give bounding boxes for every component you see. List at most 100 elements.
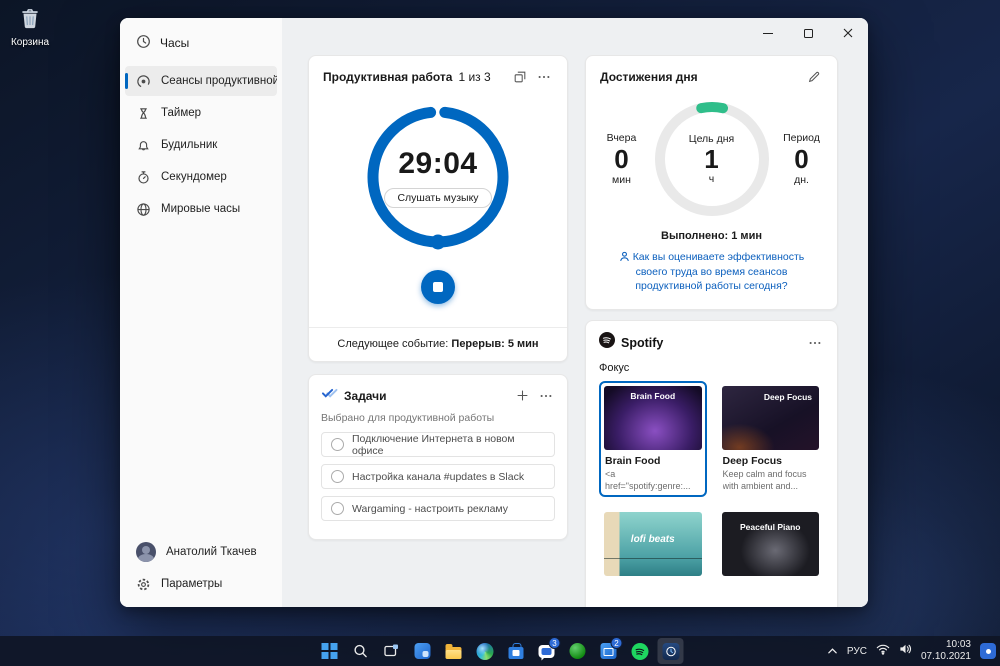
- store-button[interactable]: [503, 638, 529, 664]
- clock-app-button[interactable]: [657, 638, 684, 664]
- chat-button[interactable]: 3: [534, 637, 561, 664]
- playlist-tile-peaceful-piano[interactable]: Peaceful Piano: [717, 507, 825, 581]
- task-label: Wargaming - настроить рекламу: [352, 502, 509, 515]
- spotify-logo-icon: [599, 332, 615, 353]
- listen-to-music-button[interactable]: Слушать музыку: [384, 187, 492, 208]
- sidebar-item-alarm[interactable]: Будильник: [125, 130, 277, 160]
- focus-session-counter: 1 из 3: [458, 70, 491, 84]
- more-options-icon[interactable]: [535, 68, 553, 86]
- stat-unit: дн.: [794, 173, 809, 186]
- task-item[interactable]: Подключение Интернета в новом офисе: [321, 432, 555, 457]
- user-account[interactable]: Анатолий Ткачев: [125, 537, 277, 567]
- cover-title: Deep Focus: [763, 392, 812, 402]
- xbox-button[interactable]: [565, 638, 591, 664]
- efficiency-survey-link[interactable]: Как вы оцениваете эффективность своего т…: [600, 250, 823, 294]
- playlist-tile-deep-focus[interactable]: Deep Focus Deep Focus Keep calm and focu…: [717, 381, 825, 497]
- chat-badge: 3: [548, 637, 561, 649]
- edit-pencil-icon[interactable]: [805, 68, 823, 86]
- playlist-tile-brain-food[interactable]: Brain Food Brain Food <a href="spotify:g…: [599, 381, 707, 498]
- spotify-button[interactable]: [627, 638, 653, 664]
- left-column: Продуктивная работа 1 из 3 29:04 Слушать…: [308, 55, 568, 540]
- gear-icon: [136, 577, 151, 592]
- main-content: Продуктивная работа 1 из 3 29:04 Слушать…: [282, 18, 868, 607]
- achievements-title: Достижения дня: [600, 70, 698, 84]
- start-button[interactable]: [317, 638, 343, 664]
- task-radio[interactable]: [331, 438, 344, 451]
- stat-label: Вчера: [606, 132, 637, 145]
- close-button[interactable]: [828, 18, 868, 48]
- next-event-bar: Следующее событие: Перерыв: 5 мин: [309, 327, 567, 361]
- sidebar-item-label: Будильник: [161, 139, 218, 151]
- xbox-icon: [569, 643, 586, 659]
- speaker-icon: [900, 644, 911, 654]
- close-icon: [843, 28, 853, 38]
- daily-goal-ring: Цель дня 1 ч: [650, 97, 774, 221]
- task-item[interactable]: Настройка канала #updates в Slack: [321, 464, 555, 489]
- language-indicator[interactable]: РУС: [847, 646, 867, 657]
- taskbar-pinned-apps: 3 2: [317, 637, 684, 664]
- sidebar-item-stopwatch[interactable]: Секундомер: [125, 162, 277, 192]
- more-options-icon[interactable]: [537, 387, 555, 405]
- task-radio[interactable]: [331, 502, 344, 515]
- notification-center-badge[interactable]: [980, 643, 996, 659]
- search-button[interactable]: [348, 638, 374, 664]
- maximize-button[interactable]: [788, 18, 828, 48]
- sidebar-item-settings[interactable]: Параметры: [125, 569, 277, 599]
- playlist-name: Brain Food: [605, 455, 661, 467]
- sidebar-bottom: Анатолий Ткачев Параметры: [120, 535, 282, 601]
- playlist-tile-lofi-beats[interactable]: lofi beats: [599, 507, 707, 581]
- recycle-bin[interactable]: Корзина: [6, 5, 54, 48]
- minimize-button[interactable]: [748, 18, 788, 48]
- playlist-description: Keep calm and focus with ambient and...: [722, 469, 807, 491]
- compact-overlay-icon[interactable]: [511, 68, 529, 86]
- stat-yesterday: Вчера 0 мин: [599, 132, 645, 185]
- file-explorer-button[interactable]: [441, 638, 467, 664]
- tray-date: 07.10.2021: [920, 651, 971, 662]
- edge-icon: [476, 642, 493, 660]
- tray-clock[interactable]: 10:03 07.10.2021: [921, 639, 971, 663]
- tray-chevron-button[interactable]: [827, 642, 838, 660]
- playlist-name: Deep Focus: [722, 455, 783, 467]
- stop-session-button[interactable]: [421, 270, 455, 304]
- focus-timer-time: 29:04: [398, 146, 478, 180]
- wifi-icon: [876, 644, 890, 655]
- playlist-description: <a href="spotify:genre:...: [605, 469, 691, 491]
- network-button[interactable]: [876, 642, 890, 660]
- cover-title: lofi beats: [630, 534, 675, 546]
- survey-text: Как вы оцениваете эффективность своего т…: [632, 251, 805, 293]
- next-event-label: Следующее событие:: [337, 338, 452, 350]
- stat-value: 0: [614, 144, 629, 175]
- tasks-subtitle: Выбрано для продуктивной работы: [321, 412, 495, 424]
- mail-button[interactable]: 2: [596, 637, 623, 664]
- spotify-title: Spotify: [621, 335, 664, 350]
- clock-app-window: Часы Сеансы продуктивной р Таймер Будиль…: [120, 18, 868, 607]
- task-item[interactable]: Wargaming - настроить рекламу: [321, 496, 555, 521]
- daily-progress-card: Достижения дня Вчера 0 мин Цель дня 1 ч …: [585, 55, 838, 310]
- focus-card-title: Продуктивная работа: [323, 70, 453, 84]
- app-header: Часы: [120, 26, 282, 58]
- stop-icon: [433, 282, 443, 292]
- playlist-cover: Deep Focus: [721, 386, 819, 450]
- sidebar-item-focus-sessions[interactable]: Сеансы продуктивной р: [125, 66, 277, 96]
- tray-time: 10:03: [945, 639, 971, 650]
- cover-title: Brain Food: [630, 391, 676, 401]
- globe-icon: [136, 202, 151, 217]
- task-radio[interactable]: [331, 470, 344, 483]
- task-view-button[interactable]: [379, 638, 405, 664]
- right-column: Достижения дня Вчера 0 мин Цель дня 1 ч …: [585, 55, 838, 607]
- sidebar-item-timer[interactable]: Таймер: [125, 98, 277, 128]
- task-label: Подключение Интернета в новом офисе: [352, 432, 515, 457]
- add-task-icon[interactable]: [513, 387, 531, 405]
- volume-button[interactable]: [899, 642, 912, 660]
- edge-button[interactable]: [472, 638, 498, 664]
- more-options-icon[interactable]: [806, 334, 824, 352]
- hourglass-icon: [136, 106, 151, 121]
- playlist-cover: lofi beats: [604, 512, 702, 577]
- sidebar-item-world-clock[interactable]: Мировые часы: [125, 194, 277, 224]
- feedback-person-icon: [619, 251, 629, 262]
- todo-icon: [321, 386, 338, 405]
- goal-value: 1: [704, 143, 719, 174]
- spotify-icon: [631, 642, 648, 660]
- recycle-bin-icon: [17, 5, 43, 36]
- widgets-button[interactable]: [410, 638, 436, 664]
